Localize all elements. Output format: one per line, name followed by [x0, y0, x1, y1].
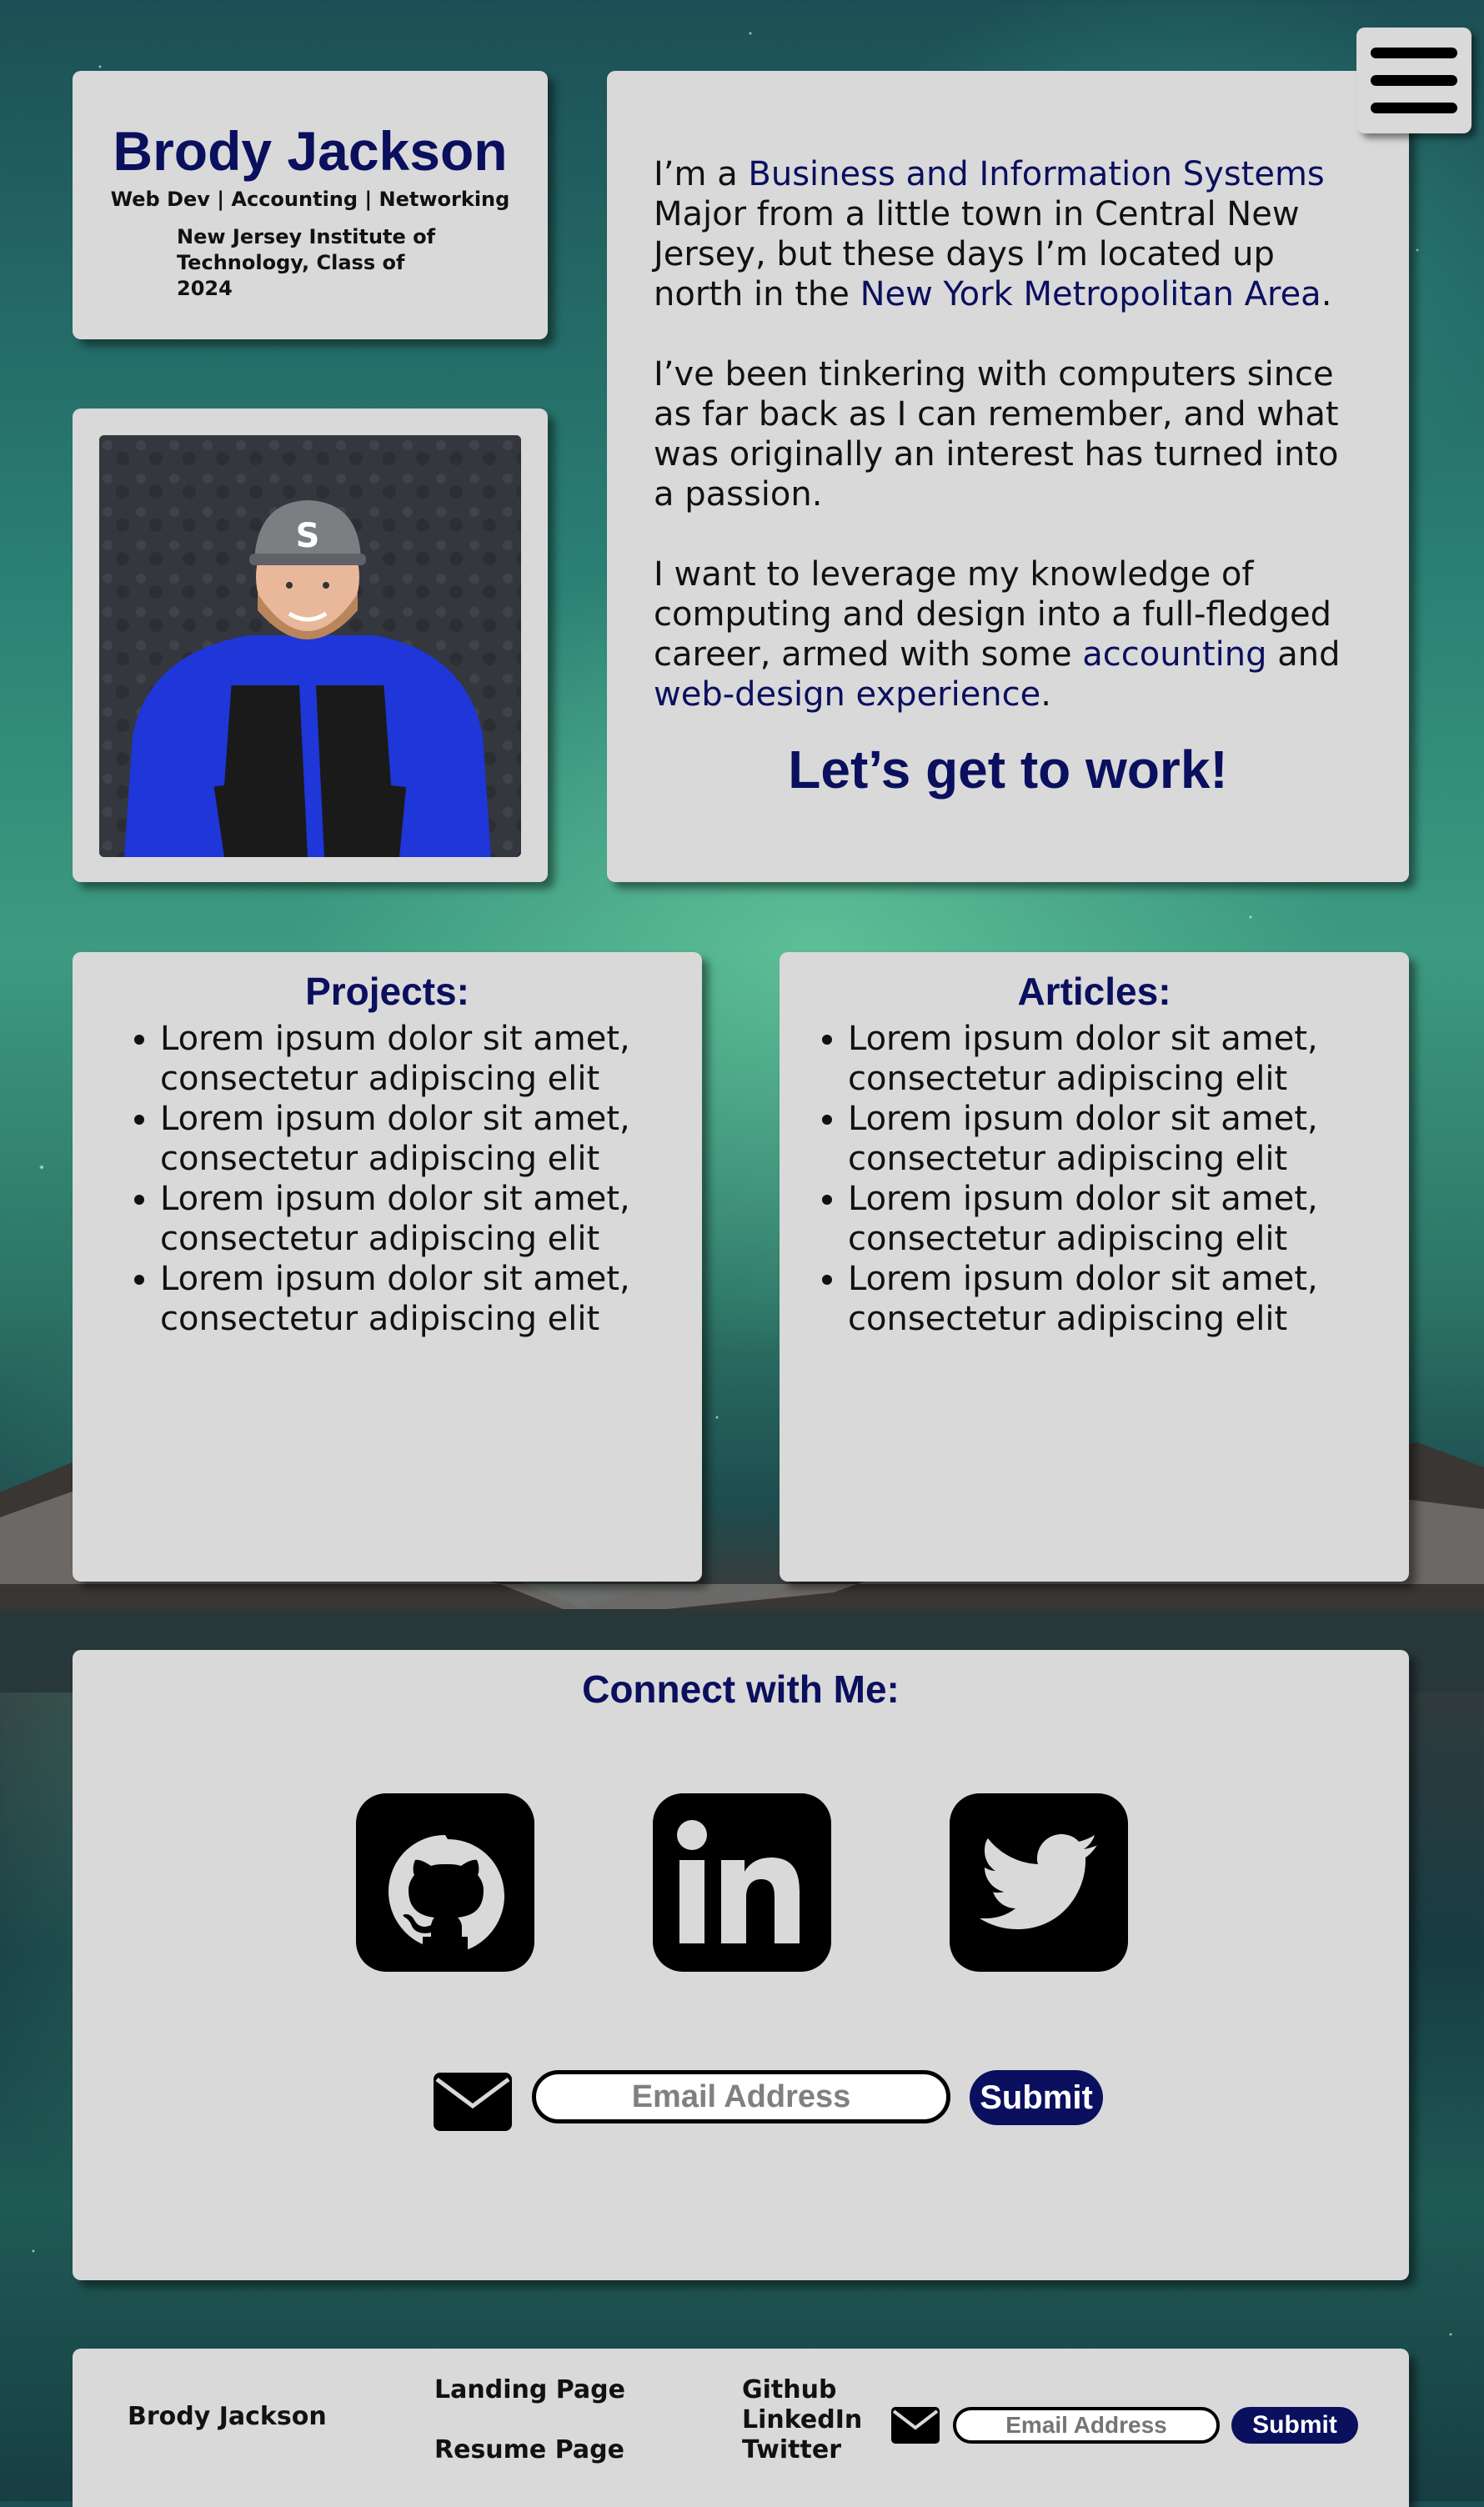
articles-card: Articles: Lorem ipsum dolor sit amet, co…	[780, 952, 1409, 1582]
site-owner-name: Brody Jackson	[113, 120, 508, 182]
tagline: Web Dev | Accounting | Networking	[110, 188, 510, 211]
footer-twitter-link[interactable]: Twitter	[742, 2435, 841, 2464]
footer-name: Brody Jackson	[128, 2402, 327, 2431]
accounting-link[interactable]: accounting	[1082, 635, 1266, 674]
menu-bar	[1371, 48, 1457, 58]
bio-paragraph-3: I want to leverage my knowledge of compu…	[654, 554, 1362, 714]
menu-bar	[1371, 75, 1457, 86]
projects-heading: Projects:	[305, 970, 469, 1013]
email-input[interactable]	[532, 2070, 950, 2123]
footer-resume-link[interactable]: Resume Page	[434, 2435, 624, 2464]
list-item[interactable]: Lorem ipsum dolor sit amet, consectetur …	[848, 1259, 1409, 1339]
envelope-icon	[891, 2407, 940, 2444]
call-to-action: Let’s get to work!	[788, 740, 1228, 800]
bio-text: and	[1266, 635, 1341, 674]
projects-list: Lorem ipsum dolor sit amet, consectetur …	[73, 1019, 702, 1339]
bio-paragraph-1: I’m a Business and Information Systems M…	[654, 154, 1362, 314]
web-design-link[interactable]: web-design experience	[654, 675, 1040, 714]
email-signup: Submit	[434, 2067, 1184, 2133]
projects-card: Projects: Lorem ipsum dolor sit amet, co…	[73, 952, 702, 1582]
footer-linkedin-link[interactable]: LinkedIn	[742, 2405, 862, 2434]
footer-email-input[interactable]	[953, 2407, 1220, 2444]
envelope-icon	[434, 2073, 512, 2131]
bio-text: .	[1321, 275, 1332, 313]
bio-paragraph-2: I’ve been tinkering with computers since…	[654, 355, 1339, 514]
name-card: Brody Jackson Web Dev | Accounting | Net…	[73, 71, 548, 339]
submit-button[interactable]: Submit	[970, 2070, 1103, 2125]
github-icon[interactable]	[356, 1793, 534, 1972]
photo-card: S	[73, 409, 548, 882]
profile-photo: S	[99, 435, 521, 857]
major-link[interactable]: Business and Information Systems	[748, 155, 1324, 193]
svg-text:S: S	[296, 517, 320, 555]
footer-github-link[interactable]: Github	[742, 2375, 836, 2404]
school-info: New Jersey Institute of Technology, Clas…	[177, 225, 436, 300]
connect-heading: Connect with Me:	[582, 1667, 900, 1711]
menu-bar	[1371, 103, 1457, 113]
footer-landing-link[interactable]: Landing Page	[434, 2375, 625, 2404]
location-link[interactable]: New York Metropolitan Area	[860, 275, 1321, 313]
linkedin-icon[interactable]	[653, 1793, 831, 1972]
articles-list: Lorem ipsum dolor sit amet, consectetur …	[780, 1019, 1409, 1339]
twitter-icon[interactable]	[950, 1793, 1128, 1972]
articles-heading: Articles:	[1017, 970, 1171, 1013]
list-item[interactable]: Lorem ipsum dolor sit amet, consectetur …	[160, 1099, 702, 1179]
bio-text: .	[1040, 675, 1051, 714]
profile-photo-illustration: S	[99, 435, 521, 857]
bio-text: I’m a	[654, 155, 749, 193]
list-item[interactable]: Lorem ipsum dolor sit amet, consectetur …	[848, 1019, 1409, 1099]
list-item[interactable]: Lorem ipsum dolor sit amet, consectetur …	[160, 1259, 702, 1339]
list-item[interactable]: Lorem ipsum dolor sit amet, consectetur …	[848, 1099, 1409, 1179]
footer-submit-button[interactable]: Submit	[1231, 2407, 1358, 2444]
list-item[interactable]: Lorem ipsum dolor sit amet, consectetur …	[160, 1019, 702, 1099]
footer: Brody Jackson Landing Page Resume Page G…	[73, 2349, 1409, 2507]
bio-card: I’m a Business and Information Systems M…	[607, 71, 1409, 882]
list-item[interactable]: Lorem ipsum dolor sit amet, consectetur …	[160, 1179, 702, 1259]
hamburger-menu-icon[interactable]	[1356, 28, 1471, 133]
list-item[interactable]: Lorem ipsum dolor sit amet, consectetur …	[848, 1179, 1409, 1259]
connect-card: Connect with Me: Submit	[73, 1650, 1409, 2280]
